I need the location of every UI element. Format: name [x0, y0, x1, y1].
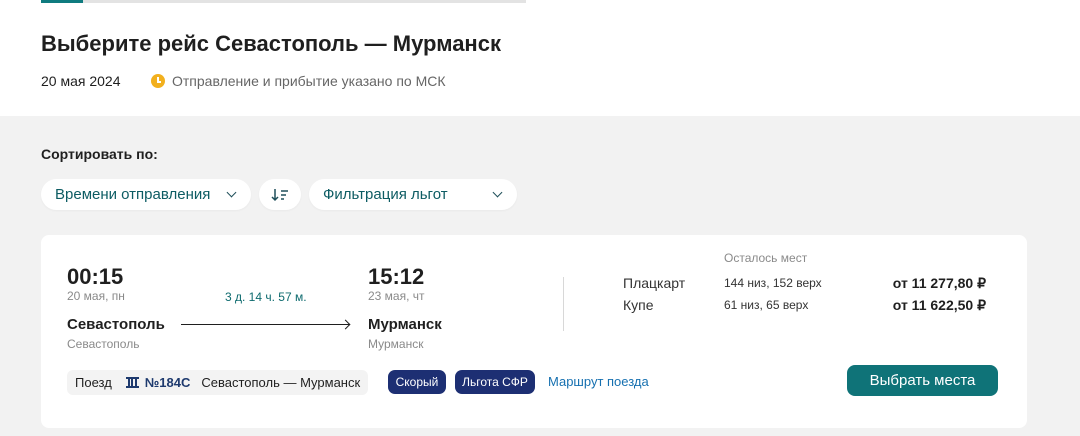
clock-icon [151, 74, 165, 88]
badge-sfr-benefit: Льгота СФР [455, 370, 535, 394]
from-station: Севастополь [67, 337, 140, 351]
to-city: Мурманск [368, 316, 442, 333]
train-label: Поезд [75, 375, 112, 390]
page-title: Выберите рейс Севастополь — Мурманск [41, 31, 501, 56]
car-class-price: от 11 622,50 ₽ [892, 297, 986, 313]
sort-select-value: Времени отправления [55, 186, 211, 203]
chevron-down-icon [226, 187, 237, 198]
sort-label: Сортировать по: [41, 146, 158, 162]
chevron-down-icon [492, 187, 503, 198]
arrival-time: 15:12 [368, 264, 425, 289]
arrival-date: 23 мая, чт [368, 289, 425, 303]
trip-card: 00:15 20 мая, пн 3 д. 14 ч. 57 м. 15:12 … [41, 235, 1027, 428]
car-class-name: Плацкарт [623, 275, 686, 291]
train-icon [125, 377, 139, 388]
benefits-filter-value: Фильтрация льгот [323, 186, 448, 203]
header-section: Выберите рейс Севастополь — Мурманск 20 … [0, 0, 1080, 116]
timezone-note-text: Отправление и прибытие указано по МСК [172, 73, 446, 89]
train-info: Поезд №184С Севастополь — Мурманск [67, 370, 369, 395]
car-class-seats: 144 низ, 152 верх [724, 276, 822, 290]
to-station: Мурманск [368, 337, 424, 351]
sort-select[interactable]: Времени отправления [41, 179, 251, 210]
departure-time: 00:15 [67, 264, 124, 289]
divider [563, 277, 564, 331]
train-route-link[interactable]: Маршрут поезда [548, 374, 649, 389]
active-tab-indicator [41, 0, 83, 3]
car-class-name: Купе [623, 297, 654, 313]
trip-date: 20 мая 2024 [41, 73, 121, 89]
sort-order-button[interactable] [259, 179, 301, 210]
choose-seats-button[interactable]: Выбрать места [847, 365, 998, 396]
train-number: №184С [144, 375, 191, 390]
car-class-price: от 11 277,80 ₽ [892, 275, 986, 291]
trip-duration: 3 д. 14 ч. 57 м. [225, 290, 307, 304]
direction-arrow-icon [181, 324, 349, 325]
progress-tabs [41, 0, 526, 3]
timezone-note: Отправление и прибытие указано по МСК [151, 73, 446, 89]
seats-left-header: Осталось мест [724, 251, 808, 265]
badge-fast: Скорый [388, 370, 446, 394]
from-city: Севастополь [67, 316, 165, 333]
departure-date: 20 мая, пн [67, 289, 125, 303]
train-route: Севастополь — Мурманск [201, 375, 361, 390]
benefits-filter-select[interactable]: Фильтрация льгот [309, 179, 517, 210]
sort-order-icon [271, 188, 288, 201]
car-class-seats: 61 низ, 65 верх [724, 298, 809, 312]
